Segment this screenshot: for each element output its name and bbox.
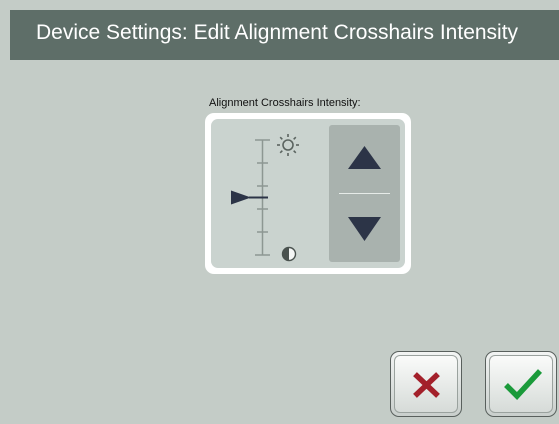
check-icon [504, 369, 543, 400]
contrast-icon [281, 246, 297, 262]
decrease-intensity-button[interactable] [329, 194, 400, 262]
page-title: Device Settings: Edit Alignment Crosshai… [36, 21, 519, 44]
confirm-button[interactable] [485, 351, 557, 417]
sun-icon [277, 134, 299, 156]
x-icon [413, 372, 440, 398]
intensity-label: Alignment Crosshairs Intensity: [209, 97, 361, 109]
intensity-stepper [329, 125, 400, 262]
triangle-down-icon [348, 217, 381, 241]
title-bar: Device Settings: Edit Alignment Crosshai… [10, 10, 559, 60]
intensity-control-inner [211, 119, 405, 268]
triangle-up-icon [348, 146, 381, 169]
increase-intensity-button[interactable] [329, 125, 400, 193]
intensity-scale [231, 134, 299, 262]
intensity-control [205, 113, 411, 274]
cancel-button[interactable] [390, 351, 462, 417]
